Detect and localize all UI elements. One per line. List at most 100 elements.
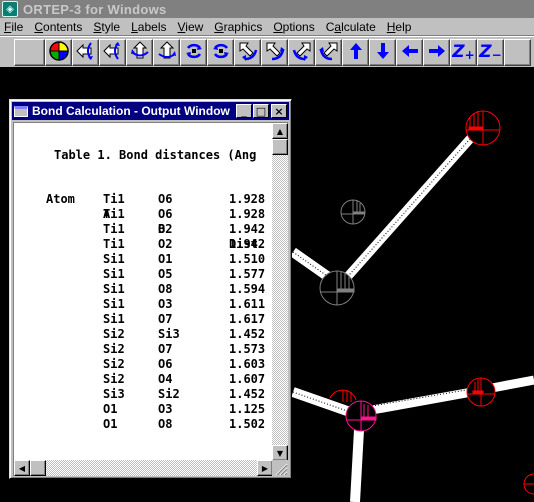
- cell-dist: 1.617: [229, 312, 266, 326]
- minimize-button[interactable]: _: [236, 104, 252, 118]
- arrow-down-icon: [372, 40, 394, 65]
- cell-b: O2: [158, 222, 173, 236]
- output-window-title: Bond Calculation - Output Window: [32, 104, 230, 118]
- bond-si-left: [290, 247, 333, 283]
- cell-a: Si1: [103, 252, 125, 266]
- cell-b: O7: [158, 342, 173, 356]
- table-row: Si1 O1 1.510: [14, 252, 273, 267]
- spin-cw-button[interactable]: [180, 38, 207, 66]
- menu-view[interactable]: View: [173, 20, 207, 34]
- menu-help[interactable]: Help: [383, 20, 416, 34]
- cell-a: Si1: [103, 312, 125, 326]
- rotate-z-cw-icon: [183, 40, 205, 65]
- rotate-y-right-icon: [102, 40, 124, 65]
- zoom-in-button[interactable]: Z+: [450, 38, 477, 66]
- cell-dist: 1.577: [229, 267, 266, 281]
- table-row: Si1 O5 1.577: [14, 267, 273, 282]
- table-row: Si3 Si2 1.452: [14, 387, 273, 402]
- menu-calculate[interactable]: Calculate: [322, 20, 380, 34]
- table-row: Si1 O3 1.611: [14, 297, 273, 312]
- zoom-out-button[interactable]: Z−: [477, 38, 504, 66]
- color-button[interactable]: [45, 38, 72, 66]
- scroll-right-button[interactable]: ▶: [257, 460, 273, 476]
- cell-a: Ti1: [103, 192, 125, 206]
- horizontal-scroll-thumb[interactable]: [30, 460, 46, 476]
- blank-button-2[interactable]: [504, 38, 531, 66]
- cell-b: Si2: [158, 387, 180, 401]
- arrow-left-icon: [399, 40, 421, 65]
- diag-rotate-1-button[interactable]: [234, 38, 261, 66]
- cell-b: O3: [158, 402, 173, 416]
- ortep-app-icon[interactable]: ◈: [2, 1, 18, 17]
- table-row: Ti1 O2 1.942: [14, 222, 273, 237]
- z-minus-icon: Z−: [479, 42, 502, 62]
- cell-dist: 1.942: [229, 237, 266, 251]
- blank-button[interactable]: [14, 38, 45, 66]
- bond-ti-down: [350, 429, 364, 502]
- rotate-left-cw-button[interactable]: [99, 38, 126, 66]
- move-up-button[interactable]: [342, 38, 369, 66]
- atom-oxygen-edge: [523, 473, 534, 495]
- rotate-left-ccw-button[interactable]: [72, 38, 99, 66]
- scroll-down-button[interactable]: ▼: [272, 445, 288, 461]
- menu-graphics[interactable]: Graphics: [210, 20, 266, 34]
- cell-a: Si2: [103, 327, 125, 341]
- table-row: Si1 O7 1.617: [14, 312, 273, 327]
- rotate-x-down-icon: [156, 40, 178, 65]
- cell-b: O8: [158, 417, 173, 431]
- cell-dist: 1.611: [229, 297, 266, 311]
- cell-a: Si2: [103, 342, 125, 356]
- horizontal-scrollbar[interactable]: ◀ ▶: [14, 460, 273, 476]
- move-left-button[interactable]: [396, 38, 423, 66]
- rotate-up-cw-button[interactable]: [153, 38, 180, 66]
- cell-b: O8: [158, 282, 173, 296]
- output-text-area[interactable]: Table 1. Bond distances (Ang Atom A B Di…: [13, 122, 288, 476]
- cell-dist: 1.942: [229, 222, 266, 236]
- spin-ccw-button[interactable]: [207, 38, 234, 66]
- output-window-title-bar[interactable]: Bond Calculation - Output Window _ □ ×: [12, 102, 289, 120]
- rotate-y-left-icon: [75, 40, 97, 65]
- table-row: O1 O3 1.125: [14, 402, 273, 417]
- cell-dist: 1.607: [229, 372, 266, 386]
- rotate-up-ccw-button[interactable]: [126, 38, 153, 66]
- vertical-scroll-thumb[interactable]: [272, 139, 288, 155]
- diag-rotate-3-button[interactable]: [288, 38, 315, 66]
- diagonal-rotate-2-icon: [264, 40, 286, 65]
- cell-dist: 1.510: [229, 252, 266, 266]
- table-header-row: Atom A B Dist: [14, 177, 273, 251]
- diag-rotate-2-button[interactable]: [261, 38, 288, 66]
- close-button[interactable]: ×: [271, 104, 287, 118]
- bond-output-window[interactable]: Bond Calculation - Output Window _ □ × T…: [9, 99, 292, 479]
- maximize-button[interactable]: □: [253, 104, 269, 118]
- cell-dist: 1.502: [229, 417, 266, 431]
- cell-b: O5: [158, 267, 173, 281]
- menu-file[interactable]: File: [0, 20, 27, 34]
- menu-style[interactable]: Style: [89, 20, 124, 34]
- move-right-button[interactable]: [423, 38, 450, 66]
- bond-table: Table 1. Bond distances (Ang Atom A B Di…: [14, 123, 273, 460]
- table-row: Si1 O8 1.594: [14, 282, 273, 297]
- diag-rotate-4-button[interactable]: [315, 38, 342, 66]
- menu-bar: File Contents Style Labels View Graphics Optio…: [0, 18, 534, 36]
- vertical-scrollbar[interactable]: ▲ ▼: [272, 123, 288, 461]
- menu-contents[interactable]: Contents: [30, 20, 86, 34]
- size-grip[interactable]: [272, 460, 288, 476]
- move-down-button[interactable]: [369, 38, 396, 66]
- cell-b: O7: [158, 312, 173, 326]
- window-system-menu-icon[interactable]: [14, 105, 28, 117]
- cell-b: O6: [158, 357, 173, 371]
- scroll-up-button[interactable]: ▲: [272, 123, 288, 139]
- cell-dist: 1.928: [229, 207, 266, 221]
- menu-labels[interactable]: Labels: [127, 20, 170, 34]
- diagonal-rotate-3-icon: [291, 40, 313, 65]
- toolbar: Z+ Z−: [0, 36, 534, 67]
- cell-a: Ti1: [103, 207, 125, 221]
- arrow-right-icon: [426, 40, 448, 65]
- menu-options[interactable]: Options: [269, 20, 318, 34]
- table-row: Si2 O6 1.603: [14, 357, 273, 372]
- app-title-bar[interactable]: ◈ ORTEP-3 for Windows: [0, 0, 534, 18]
- cell-a: Si2: [103, 372, 125, 386]
- atom-titanium: [345, 400, 377, 432]
- diagonal-rotate-1-icon: [237, 40, 259, 65]
- scroll-left-button[interactable]: ◀: [14, 460, 30, 476]
